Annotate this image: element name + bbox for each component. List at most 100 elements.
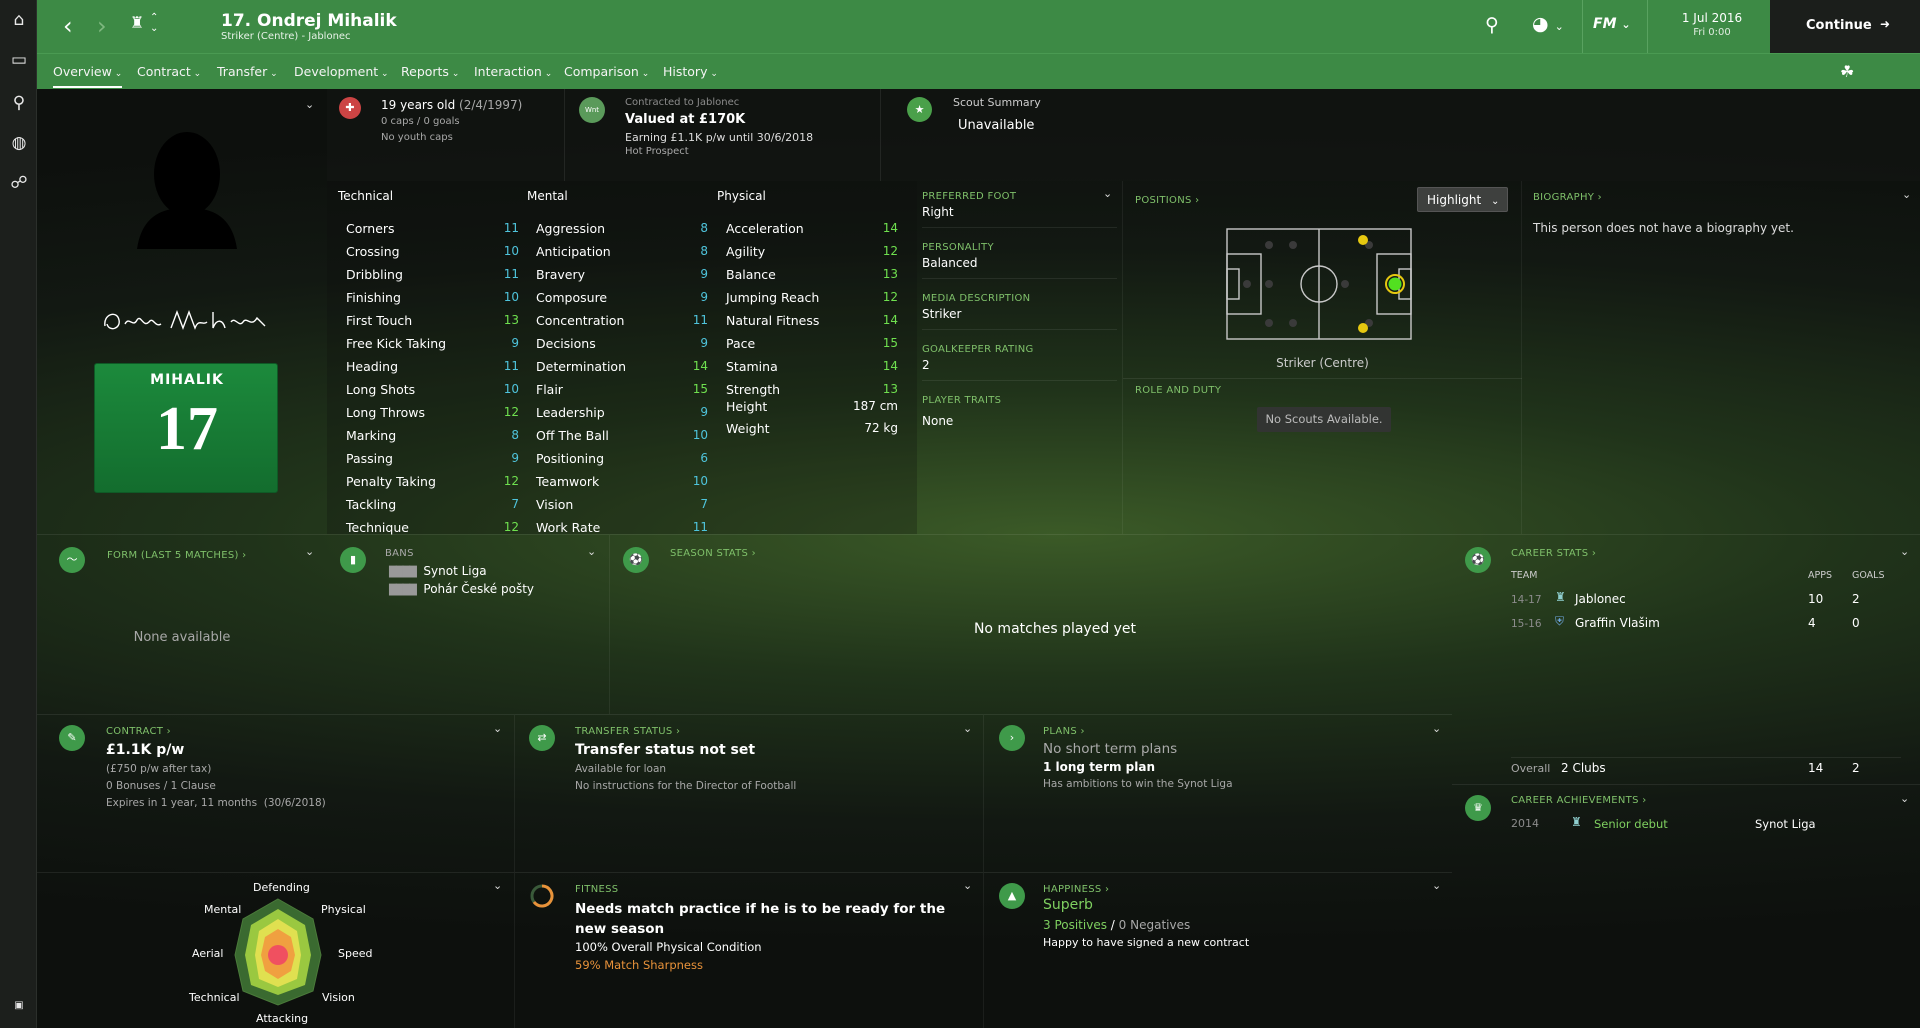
career-row[interactable]: 15-16 ⛨ Graffin Vlašim 4 0 (1511, 614, 1901, 630)
chevron-down-icon[interactable]: ⌄ (963, 722, 972, 735)
scouting-icon[interactable]: ◍ (8, 132, 30, 154)
player-caps: 0 caps / 0 goals (381, 116, 460, 127)
attribute-value: 10 (503, 290, 519, 304)
attribute-value: 14 (882, 221, 898, 235)
player-portrait-panel: ⌄ MIHALIK 17 (37, 89, 327, 534)
radar-label: Defending (253, 881, 310, 894)
weight-row: Weight 72 kg (726, 421, 898, 436)
radar-label: Physical (321, 903, 366, 916)
ban-row: ████ Synot Liga (389, 564, 487, 578)
positions-title[interactable]: POSITIONS › (1135, 195, 1199, 206)
tab-development[interactable]: Development (294, 64, 389, 79)
happiness-note: Happy to have signed a new contract (1043, 936, 1250, 949)
transfer-title[interactable]: TRANSFER STATUS › (575, 726, 680, 737)
chevron-down-icon[interactable]: ⌄ (1103, 187, 1112, 200)
player-youth-caps: No youth caps (381, 132, 453, 143)
home-icon[interactable]: ⌂ (8, 9, 30, 31)
plans-title[interactable]: PLANS › (1043, 726, 1085, 737)
player-actions-icon[interactable]: ☘ (1840, 62, 1854, 81)
ban-row: ████ Pohár České pošty (389, 582, 535, 596)
chevron-down-icon[interactable]: ⌄ (1432, 879, 1441, 892)
happiness-title[interactable]: HAPPINESS › (1043, 884, 1109, 895)
chevron-down-icon[interactable]: ⌄ (1432, 722, 1441, 735)
tab-overview[interactable]: Overview (53, 64, 123, 88)
attribute-value: 11 (503, 267, 519, 281)
sub-navigation: Overview Contract Transfer Development R… (37, 53, 1920, 89)
contract-title[interactable]: CONTRACT › (106, 726, 171, 737)
preferred-foot-value: Right (922, 205, 954, 219)
player-age: 19 years old (2/4/1997) (381, 98, 523, 112)
game-time: Fri 0:00 (1693, 27, 1731, 38)
staff-icon[interactable]: ☍ (8, 172, 30, 194)
inbox-icon[interactable]: ▭ (8, 49, 30, 71)
tab-interaction[interactable]: Interaction (474, 64, 552, 79)
form-title[interactable]: FORM (LAST 5 MATCHES) › (107, 550, 246, 561)
attribute-row: Stamina 14 (726, 359, 898, 382)
chevron-down-icon[interactable]: ⌄ (305, 545, 314, 558)
attribute-row: Jumping Reach 12 (726, 290, 898, 313)
club-crest-icon[interactable]: ♜ (130, 13, 144, 32)
career-stats-title[interactable]: CAREER STATS › (1511, 548, 1596, 559)
attribute-name: Acceleration (726, 221, 804, 236)
attribute-name: Flair (536, 382, 563, 397)
chevron-down-icon[interactable]: ⌄ (1900, 792, 1909, 805)
globe-icon[interactable]: ◕ ⌄ (1532, 13, 1564, 35)
season-stats-title[interactable]: SEASON STATS › (670, 548, 756, 559)
search-icon[interactable]: ⚲ (8, 92, 30, 114)
attribute-row: Positioning 6 (536, 451, 708, 474)
player-value: Valued at £170K (625, 112, 746, 127)
fm-menu-icon[interactable]: FM ⌄ (1593, 16, 1631, 32)
attribute-row: Free Kick Taking 9 (346, 336, 519, 359)
attribute-name: Decisions (536, 336, 596, 351)
radar-label: Speed (338, 947, 373, 960)
attribute-value: 14 (692, 359, 708, 373)
col-team: TEAM (1511, 570, 1538, 581)
info-strip: ✚ 19 years old (2/4/1997) 0 caps / 0 goa… (327, 89, 1920, 181)
attribute-row: Tackling 7 (346, 497, 519, 520)
career-row[interactable]: 14-17 ♜ Jablonec 10 2 (1511, 590, 1901, 606)
achievements-title[interactable]: CAREER ACHIEVEMENTS › (1511, 795, 1647, 806)
shirt-badge: MIHALIK 17 (94, 363, 278, 493)
tab-reports[interactable]: Reports (401, 64, 459, 79)
biography-title[interactable]: BIOGRAPHY › (1533, 192, 1602, 203)
attribute-value: 8 (700, 244, 708, 258)
tab-history[interactable]: History (663, 64, 718, 79)
attribute-row: Heading 11 (346, 359, 519, 382)
happiness-counts: 3 Positives / 0 Negatives (1043, 918, 1191, 932)
chevron-down-icon[interactable]: ⌄ (963, 879, 972, 892)
tab-contract[interactable]: Contract (137, 64, 201, 79)
back-icon[interactable]: ‹ (63, 12, 73, 40)
search-icon[interactable]: ⚲ (1485, 14, 1499, 36)
radar-label: Technical (189, 991, 240, 1004)
chevron-down-icon[interactable]: ⌄ (1900, 545, 1909, 558)
achievement-name[interactable]: Senior debut (1594, 817, 1668, 831)
forward-icon[interactable]: › (97, 12, 107, 40)
chevron-down-icon[interactable]: ⌄ (493, 722, 502, 735)
media-description-label: MEDIA DESCRIPTION (922, 293, 1031, 304)
tab-transfer[interactable]: Transfer (217, 64, 278, 79)
attribute-name: Aggression (536, 221, 606, 236)
attribute-value: 14 (882, 313, 898, 327)
attribute-row: Vision 7 (536, 497, 708, 520)
attribute-value: 12 (503, 474, 519, 488)
prev-next-player-icon[interactable]: ⌃ ⌄ (150, 12, 158, 34)
chevron-down-icon[interactable]: ⌄ (493, 879, 502, 892)
fitness-sharpness: 59% Match Sharpness (575, 958, 703, 972)
status-icon[interactable]: ▣ (8, 995, 30, 1017)
highlight-dropdown[interactable]: Highlight ⌄ (1417, 187, 1508, 212)
tab-comparison[interactable]: Comparison (564, 64, 649, 79)
continue-button[interactable]: Continue ➜ (1770, 0, 1920, 53)
attribute-name: Work Rate (536, 520, 601, 535)
no-scouts-button[interactable]: No Scouts Available. (1257, 407, 1391, 432)
chevron-down-icon[interactable]: ⌄ (1902, 188, 1911, 201)
attribute-value: 13 (882, 382, 898, 396)
chevron-down-icon[interactable]: ⌄ (587, 545, 596, 558)
chevron-down-icon[interactable]: ⌄ (305, 98, 314, 111)
attribute-name: Pace (726, 336, 756, 351)
attribute-value: 6 (700, 451, 708, 465)
attribute-name: Stamina (726, 359, 778, 374)
attribute-name: Finishing (346, 290, 401, 305)
transfer-status-panel: ⇄ TRANSFER STATUS › ⌄ Transfer status no… (514, 714, 983, 872)
plans-panel: › PLANS › ⌄ No short term plans 1 long t… (983, 714, 1452, 872)
attribute-row: Anticipation 8 (536, 244, 708, 267)
